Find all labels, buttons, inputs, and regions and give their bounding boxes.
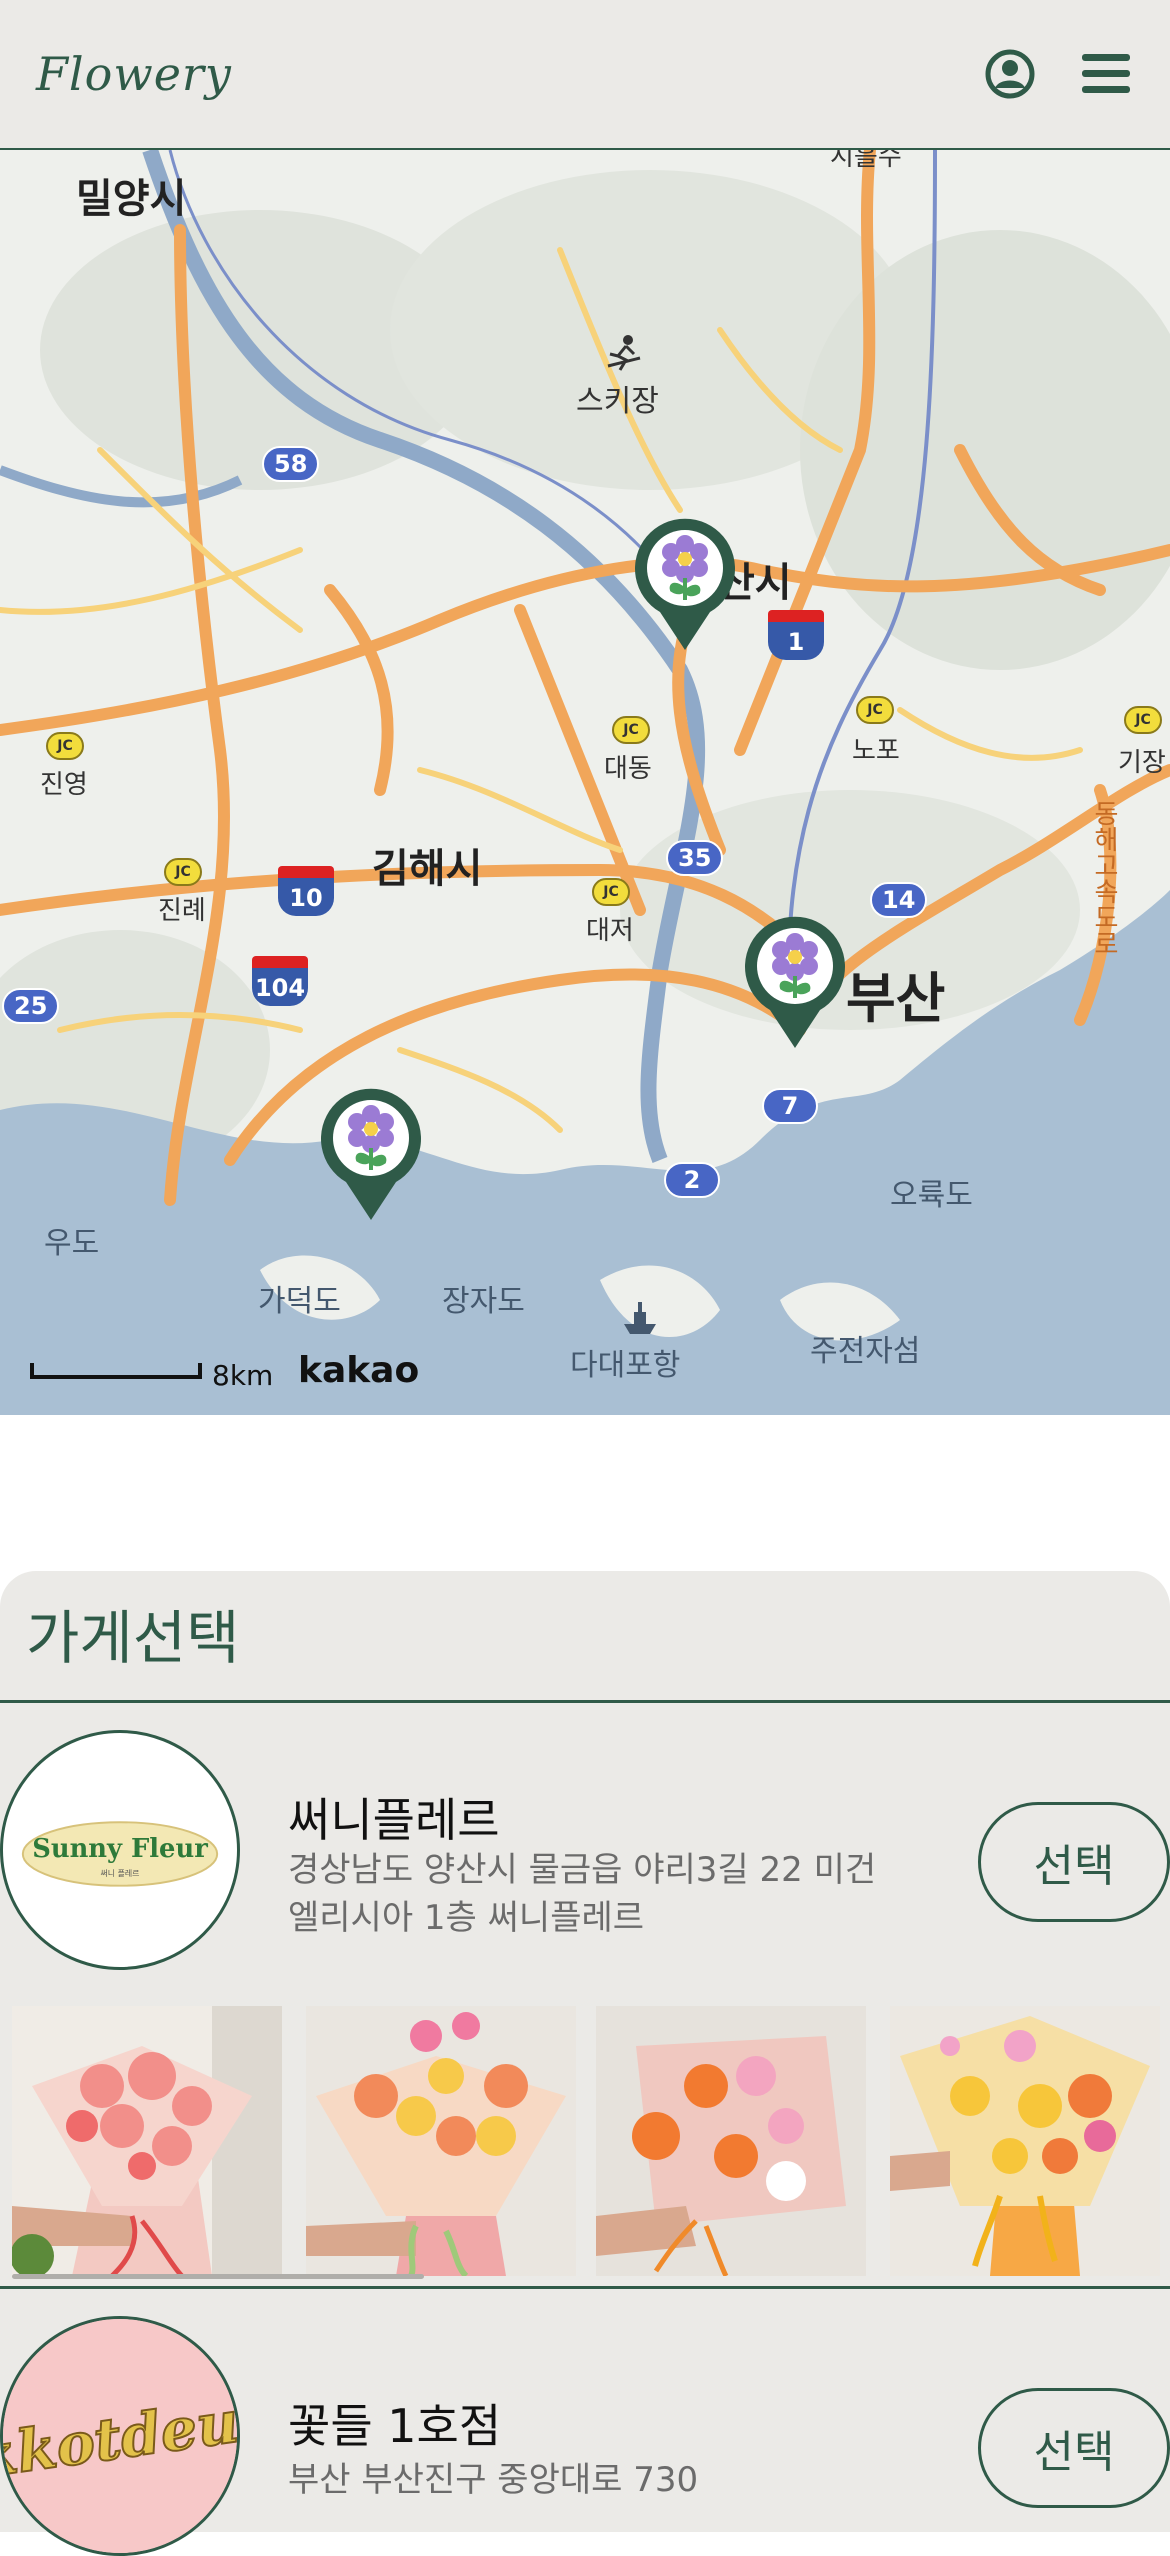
sunny-fleur-logo: Sunny Fleur 써니 플레르 [21, 1821, 219, 1887]
route-25: 25 [2, 988, 60, 1024]
scale-text: 8km [212, 1359, 274, 1392]
route-2: 2 [664, 1162, 720, 1198]
map-label-busan: 부산 [846, 967, 946, 1030]
map-label-daejeo: 대저 [586, 916, 634, 946]
jc-jinyeong: JC [46, 732, 84, 760]
scale-bar [30, 1363, 202, 1379]
map-attribution[interactable]: kakao [298, 1350, 419, 1391]
kkotdeul-logo: kkotdeul [3, 2319, 237, 2553]
divider [0, 1700, 1170, 1703]
logo-text: Sunny Fleur [32, 1834, 208, 1864]
jc-daedong: JC [612, 716, 650, 744]
map-label-ski: 스키장 [576, 384, 659, 419]
map-label-expressway: 동해고속도로 [1089, 800, 1119, 956]
panel-title: 가게선택 [26, 1604, 240, 1672]
map-label-gadeokdo: 가덕도 [258, 1284, 341, 1319]
map-label-miryang: 밀양시 [76, 176, 187, 222]
store-address: 부산 부산진구 중앙대로 730 [288, 2460, 699, 2500]
map-base [0, 150, 1170, 1415]
store-name[interactable]: 써니플레르 [288, 1784, 500, 1850]
logo-subtext: 써니 플레르 [101, 1868, 140, 1878]
app-header: Flowery [0, 0, 1170, 150]
map-label-jinrye: 진례 [158, 896, 206, 926]
map-label-jujeon: 주전자섬 [810, 1334, 921, 1369]
flower-pin-icon[interactable] [316, 1086, 426, 1222]
select-store-button[interactable]: 선택 [978, 2388, 1170, 2508]
gallery-scroll-indicator[interactable] [12, 2274, 424, 2279]
account-icon[interactable] [982, 46, 1038, 102]
select-store-button[interactable]: 선택 [978, 1802, 1170, 1922]
flower-pin-icon[interactable] [630, 516, 740, 652]
route-14: 14 [870, 882, 928, 918]
map-label-gijang: 기장 [1118, 748, 1166, 778]
map-label-oryukdo: 오륙도 [890, 1178, 973, 1213]
map-label-dadaepo: 다대포항 [570, 1348, 681, 1383]
jc-gijang: JC [1124, 706, 1162, 734]
bouquet-image[interactable] [596, 2006, 866, 2276]
store-map[interactable]: 밀양시 시흘수 스키장 산시 대동 노포 기장 진영 김해시 진례 대저 부산 … [0, 150, 1170, 1415]
divider [0, 2286, 1170, 2289]
header-actions [982, 46, 1134, 102]
port-icon [624, 1302, 656, 1334]
highway-10: 10 [278, 866, 334, 916]
map-label-nopo: 노포 [852, 736, 900, 766]
highway-1: 1 [768, 610, 824, 660]
map-label-top: 시흘수 [830, 150, 902, 172]
map-label-jangjado: 장자도 [442, 1284, 525, 1319]
jc-nopo: JC [856, 696, 894, 724]
app-logo[interactable]: Flowery [36, 47, 232, 101]
bouquet-gallery[interactable] [12, 2006, 1170, 2276]
bouquet-image[interactable] [306, 2006, 576, 2276]
jc-daejeo: JC [592, 878, 630, 906]
highway-104: 104 [252, 956, 308, 1006]
flower-pin-icon[interactable] [740, 914, 850, 1050]
bouquet-image[interactable] [890, 2006, 1160, 2276]
map-label-jinyeong: 진영 [40, 770, 88, 800]
route-58: 58 [262, 446, 320, 482]
map-label-gimhae: 김해시 [372, 846, 483, 892]
menu-icon[interactable] [1078, 46, 1134, 102]
route-35: 35 [666, 840, 724, 876]
map-label-udo: 우도 [44, 1226, 100, 1261]
map-label-daedong: 대동 [604, 754, 652, 784]
route-7: 7 [762, 1088, 818, 1124]
store-address: 경상남도 양산시 물금읍 야리3길 22 미건 엘리시아 1층 써니플레르 [288, 1850, 877, 1938]
ski-resort-icon [607, 335, 641, 371]
store-logo[interactable]: kkotdeul [0, 2316, 240, 2556]
bouquet-image[interactable] [12, 2006, 282, 2276]
store-logo[interactable]: Sunny Fleur 써니 플레르 [0, 1730, 240, 1970]
store-name[interactable]: 꽃들 1호점 [288, 2390, 501, 2456]
jc-jinrye: JC [164, 858, 202, 886]
